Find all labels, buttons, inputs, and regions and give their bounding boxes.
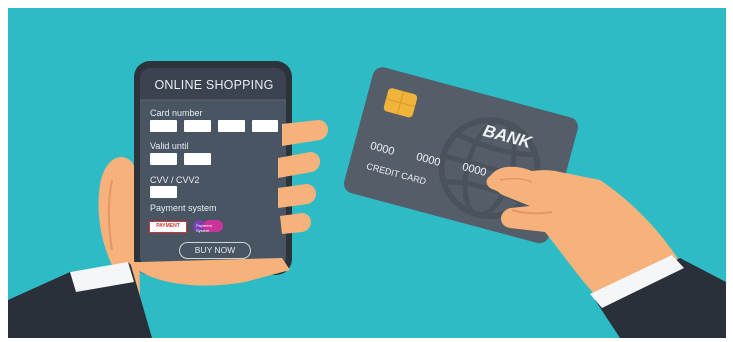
right-thumb-overlay: [489, 166, 540, 192]
illustration-canvas: ONLINE SHOPPING Card number Valid until …: [0, 0, 733, 342]
